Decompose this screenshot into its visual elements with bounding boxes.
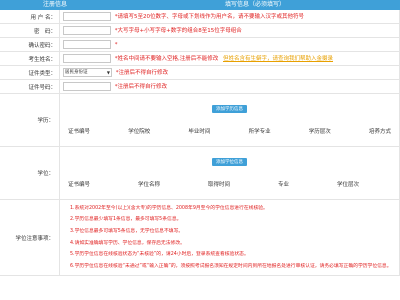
idtype-selected: 居民身份证 — [65, 70, 88, 75]
row-confirm: 确认密码： * — [0, 37, 400, 52]
edu-col-0: 证书编号 — [68, 129, 91, 135]
username-hint: *请填写5至20位数字、字母或下划线作为用户名，请不要输入汉字或其他符号 — [114, 14, 305, 20]
deg-col-3: 专业 — [277, 182, 289, 188]
password-label: 密 码： — [0, 23, 60, 38]
table-header: 注册信息 填写信息（必须填写） — [0, 0, 400, 10]
idtype-select[interactable]: 居民身份证 ▼ — [63, 68, 112, 77]
degree-columns: 证书编号 学位名称 取得时间 专业 学位层次 — [60, 180, 399, 188]
confirm-hint: * — [114, 42, 118, 48]
name-input[interactable] — [63, 54, 111, 63]
row-name: 考生姓名： *姓名中间请不要输入空格,注册后不能修改 但姓名含有生僻字，请查询我… — [0, 51, 400, 66]
rare-char-link[interactable]: 但姓名含有生僻字，请查询我们帮助入金摄录 — [223, 56, 333, 62]
confirm-label: 确认密码： — [0, 37, 60, 52]
chevron-down-icon: ▼ — [106, 70, 110, 75]
row-education: 学历： 添加学历信息 证书编号 学位院校 毕业时间 所学专业 学历层次 培养方式 — [0, 93, 400, 147]
idtype-hint: *注册后不得自行修改 — [115, 70, 169, 76]
idnum-input[interactable] — [63, 82, 111, 91]
password-hint: *大写字母+小写字母+数字的组合8至15位字母组合 — [114, 28, 242, 34]
education-columns: 证书编号 学位院校 毕业时间 所学专业 学历层次 培养方式 — [60, 127, 399, 135]
note-item: 2.学历信息最少填写1条信息，最多可填写5条信息。 — [70, 217, 182, 223]
edu-col-2: 毕业时间 — [188, 129, 211, 135]
edu-col-5: 培养方式 — [368, 129, 391, 135]
idnum-hint: *注册后不得自行修改 — [114, 84, 168, 90]
add-education-button[interactable]: 添加学历信息 — [212, 105, 247, 113]
note-item: 1.系统对2002年至今(以上)(含大专)的学历信息、2008年9月至今的学位信… — [70, 205, 268, 211]
note-item: 4.请如实准确填写学历、学位信息，保存后无法修改。 — [70, 240, 185, 246]
row-notes: 学位注意事项： 1.系统对2002年至今(以上)(含大专)的学历信息、2008年… — [0, 199, 400, 276]
confirm-password-input[interactable] — [63, 40, 111, 49]
username-label: 用 户 名： — [0, 10, 60, 24]
header-left: 注册信息 — [42, 1, 67, 8]
deg-col-4: 学位层次 — [336, 182, 359, 188]
note-item: 3.学位信息最多可填写5条信息，无学位信息不填写。 — [70, 228, 184, 234]
degree-label: 学位： — [0, 146, 60, 200]
row-username: 用 户 名： *请填写5至20位数字、字母或下划线作为用户名，请不要输入汉字或其… — [0, 10, 400, 24]
note-item: 6.学历学位信息在线核验“未通过”或“输入正确”的，须按照考试报名须知在规定时间… — [70, 263, 392, 269]
name-hint: *姓名中间请不要输入空格,注册后不能修改 — [114, 56, 219, 62]
row-degree: 学位： 添加学位信息 证书编号 学位名称 取得时间 专业 学位层次 — [0, 146, 400, 200]
deg-col-1: 学位名称 — [137, 182, 160, 188]
row-idnum: 证件号码： *注册后不得自行修改 — [0, 79, 400, 94]
edu-col-4: 学历层次 — [308, 129, 331, 135]
username-input[interactable] — [63, 12, 111, 21]
notes-label: 学位注意事项： — [0, 199, 60, 276]
edu-col-3: 所学专业 — [248, 129, 271, 135]
row-idtype: 证件类型： 居民身份证 ▼ *注册后不得自行修改 — [0, 65, 400, 80]
idtype-label: 证件类型： — [0, 65, 60, 80]
deg-col-0: 证书编号 — [68, 182, 91, 188]
idnum-label: 证件号码： — [0, 79, 60, 94]
note-item: 5.学历学位信息在线核验状态为“未核验”的，请24小时后，登录系统查看核验状态。 — [70, 252, 249, 258]
add-degree-button[interactable]: 添加学位信息 — [212, 158, 247, 166]
registration-page: 注册信息 填写信息（必须填写） 用 户 名： *请填写5至20位数字、字母或下划… — [0, 0, 400, 300]
edu-col-1: 学位院校 — [128, 129, 151, 135]
password-input[interactable] — [63, 26, 111, 35]
name-label: 考生姓名： — [0, 51, 60, 66]
deg-col-2: 取得时间 — [207, 182, 230, 188]
education-label: 学历： — [0, 93, 60, 147]
header-right: 填写信息（必须填写） — [224, 1, 285, 8]
row-password: 密 码： *大写字母+小写字母+数字的组合8至15位字母组合 — [0, 23, 400, 38]
notes-list: 1.系统对2002年至今(以上)(含大专)的学历信息、2008年9月至今的学位信… — [60, 203, 399, 273]
registration-form: 用 户 名： *请填写5至20位数字、字母或下划线作为用户名，请不要输入汉字或其… — [0, 10, 400, 276]
